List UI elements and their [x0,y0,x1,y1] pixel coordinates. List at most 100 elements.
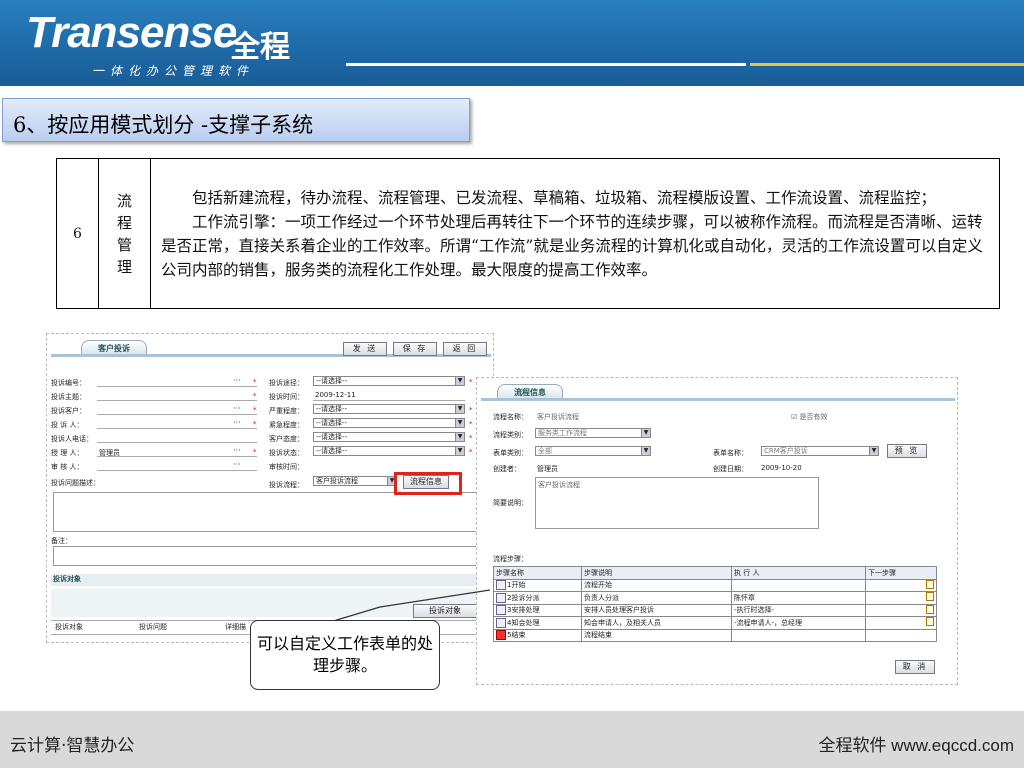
more-icon[interactable]: ··· [233,404,241,413]
slogan: 一体化办公管理软件 [92,64,255,78]
required-icon: * [469,448,473,456]
table-row[interactable]: 5结束 流程结束 [493,628,937,642]
label-creator: 创建者： [493,465,521,473]
table-row[interactable]: 4知会处理 知会申请人，及相关人员 -流程申请人-，总经理 [493,616,937,630]
required-icon: * [469,378,473,386]
required-icon: * [469,420,473,428]
desc-textarea[interactable]: 客户投诉流程 [535,477,819,529]
label-steps: 流程步骤： [493,555,528,563]
flow-name-value[interactable]: 客户投诉流程 [537,412,579,422]
required-icon: * [253,378,257,386]
logo-cn: 全程 [230,30,290,65]
edit-icon[interactable] [926,592,934,602]
add-target-button[interactable]: 投诉对象 [413,604,477,618]
select-urgency[interactable]: --请选择-- ▼ [313,418,465,428]
description-table: 6 流程管理 包括新建流程，待办流程、流程管理、已发流程、草稿箱、垃圾箱、流程模… [56,158,1000,309]
label-customer: 投诉客户： [51,407,86,415]
desc-para-1: 包括新建流程，待办流程、流程管理、已发流程、草稿箱、垃圾箱、流程模版设置、工作流… [192,188,937,207]
tab-bar [481,398,955,401]
send-button[interactable]: 发 送 [343,342,387,356]
more-icon[interactable]: ··· [233,446,241,455]
end-icon [496,630,506,641]
more-icon[interactable]: ··· [233,376,241,385]
more-icon[interactable]: ··· [233,460,241,469]
col-step-name: 步骤名称 [493,566,582,580]
col-next-step: 下一步骤 [865,566,937,580]
tab-complaint-target[interactable]: 投诉对象 [53,574,81,584]
edit-icon[interactable] [926,604,934,614]
preview-button[interactable]: 预 览 [887,444,927,458]
cancel-button[interactable]: 取 消 [895,660,935,674]
chevron-down-icon: ▼ [455,433,464,441]
label-reviewer: 审 核 人： [51,463,84,471]
more-icon[interactable]: ··· [233,418,241,427]
label-attitude: 客户态度： [269,435,304,443]
input-time[interactable] [313,400,465,401]
valid-checkbox[interactable]: ☑ 是否有效 [791,412,828,422]
edit-icon[interactable] [926,617,934,627]
select-status[interactable]: --请选择-- ▼ [313,446,465,456]
label-urgency: 紧急程度： [269,421,304,429]
table-row[interactable]: 3安排处理 安排人员处理客户投诉 -执行时选择- [493,603,937,617]
col-issue: 投诉问题 [139,623,167,631]
input-complainant[interactable] [97,428,257,429]
col-target: 投诉对象 [55,623,83,631]
select-channel[interactable]: --请选择-- ▼ [313,376,465,386]
label-complaint-no: 投诉编号： [51,379,86,387]
label-flow: 投诉流程： [269,481,304,489]
select-flow-type[interactable]: 服务类工作流程 ▼ [535,428,651,438]
table-row[interactable]: 1开始 流程开始 [493,578,937,592]
label-flow-type: 流程类别： [493,431,528,439]
label-form-type: 表单类别： [493,449,528,457]
steps-header: 步骤名称 步骤说明 执 行 人 下一步骤 [493,566,937,580]
label-channel: 投诉途径： [269,379,304,387]
col-step-desc: 步骤说明 [581,566,732,580]
label-severity: 严重程度： [269,407,304,415]
input-acceptor[interactable] [97,456,257,457]
select-form-name[interactable]: CRM客户投诉 ▼ [761,446,879,456]
tab-customer-complaint[interactable]: 客户投诉 [81,340,147,354]
label-review-time: 审核时间： [269,463,304,471]
section-title: 6、按应用模式划分 -支撑子系统 [2,98,470,142]
back-button[interactable]: 返 回 [443,342,487,356]
edit-icon[interactable] [926,579,934,589]
chevron-down-icon: ▼ [641,447,650,455]
required-icon: * [253,392,257,400]
select-flow[interactable]: 客户投诉流程 ▼ [313,476,397,486]
label-description: 投诉问题描述： [51,479,100,487]
select-form-type[interactable]: 全部 ▼ [535,446,651,456]
select-attitude[interactable]: --请选择-- ▼ [313,432,465,442]
assign-icon [496,592,506,603]
tab-flow-info[interactable]: 流程信息 [497,384,563,398]
chevron-down-icon: ▼ [455,377,464,385]
label-description: 简要说明： [493,499,528,507]
steps-table: 步骤名称 步骤说明 执 行 人 下一步骤 1开始 流程开始 2投诉分派 负责人分派陈… [493,566,937,642]
input-subject[interactable] [97,400,257,401]
input-complaint-no[interactable] [97,386,257,387]
time-value[interactable]: 2009-12-11 [315,391,356,399]
required-icon: * [253,420,257,428]
footer-brand: 全程软件 www.eqccd.com [818,736,1014,755]
start-icon [496,580,506,591]
footer-bar: 云计算·智慧办公 9 全程软件 www.eqccd.com [0,711,1024,768]
label-flow-name: 流程名称： [493,413,528,421]
desc-para-2: 工作流引擎：一项工作经过一个环节处理后再转往下一个环节的连续步骤，可以被称作流程… [161,212,983,279]
select-severity[interactable]: --请选择-- ▼ [313,404,465,414]
table-row[interactable]: 2投诉分派 负责人分派 陈怀章 [493,591,937,605]
input-reviewer[interactable] [97,470,257,471]
highlight-box [394,472,462,495]
save-button[interactable]: 保 存 [393,342,437,356]
description-textarea[interactable] [53,492,477,532]
category-text: 流程管理 [116,191,132,276]
chevron-down-icon: ▼ [455,405,464,413]
creator-value: 管理员 [537,465,558,473]
input-customer[interactable] [97,414,257,415]
label-remark: 备注： [51,537,72,545]
input-phone[interactable] [97,442,257,443]
label-complainant: 投 诉 人： [51,421,84,429]
flow-info-screenshot: 流程信息 流程名称： 客户投诉流程 ☑ 是否有效 流程类别： 服务类工作流程 ▼ … [476,377,958,685]
remark-textarea[interactable] [53,546,477,566]
header-line-white [346,63,746,66]
desc-value: 客户投诉流程 [538,481,580,489]
chevron-down-icon: ▼ [869,447,878,455]
